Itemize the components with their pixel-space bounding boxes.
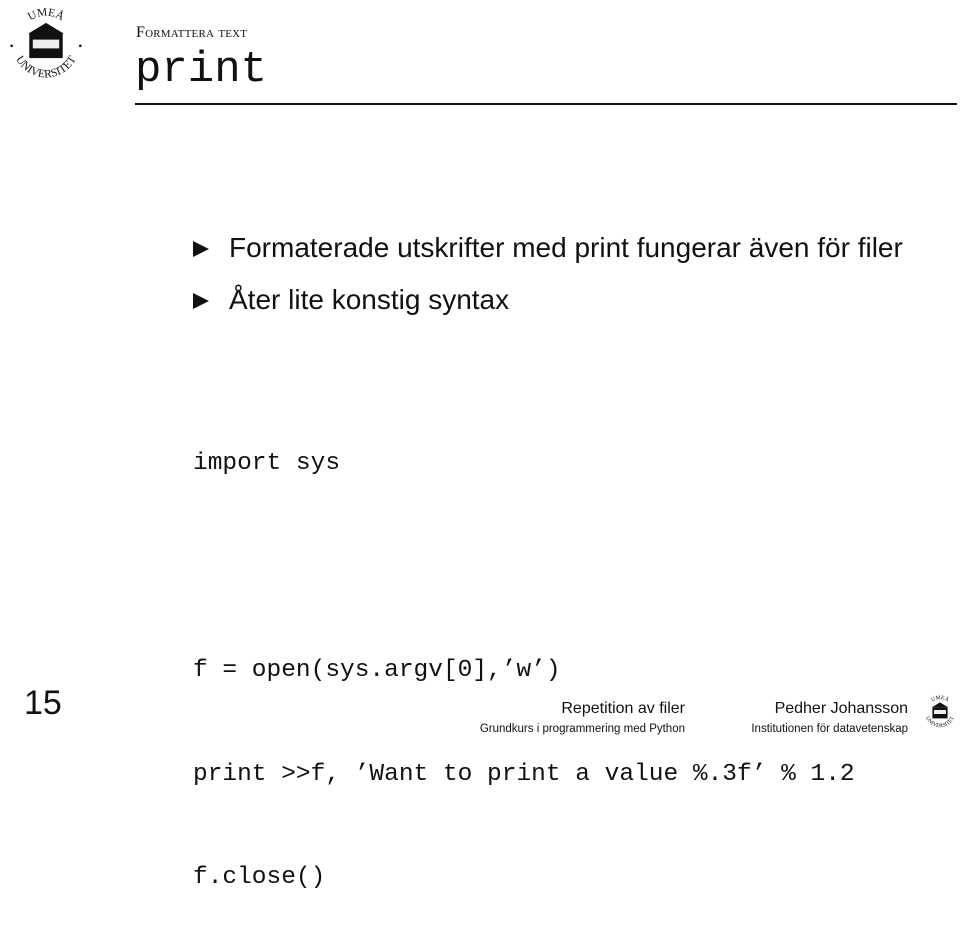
bullet-list: Formaterade utskrifter med print fungera… — [193, 228, 953, 332]
footer-author: Pedher Johansson — [774, 700, 908, 717]
section-heading: Formattera text — [136, 24, 248, 41]
code-line: f.close() — [193, 864, 326, 891]
slide-title: print — [135, 45, 268, 95]
title-divider — [135, 103, 957, 105]
svg-text:UMEÅ: UMEÅ — [930, 694, 950, 703]
page-number: 15 — [24, 684, 62, 722]
bullet-item: Formaterade utskrifter med print fungera… — [193, 228, 953, 268]
code-line: import sys — [193, 450, 341, 477]
bullet-text: Åter lite konstig syntax — [229, 284, 510, 315]
footer-institution: Institutionen för datavetenskap — [751, 723, 908, 735]
code-line: print >>f, ’Want to print a value %.3f’ … — [193, 760, 855, 788]
bullet-text: Formaterade utskrifter med print fungera… — [229, 232, 903, 263]
footer-title: Repetition av filer — [561, 700, 685, 717]
bullet-item: Åter lite konstig syntax — [193, 280, 953, 320]
triangle-bullet-icon — [193, 241, 209, 257]
code-block: import sys f = open(sys.argv[0],’w’) pri… — [193, 378, 855, 930]
umea-university-logo-small: UMEÅ UNIVERSITET — [924, 694, 956, 729]
umea-university-logo: UMEÅ UNIVERSITET — [10, 6, 82, 81]
footer-course: Grundkurs i programmering med Python — [479, 723, 685, 735]
triangle-bullet-icon — [193, 293, 209, 309]
code-line: f = open(sys.argv[0],’w’) — [193, 657, 561, 684]
svg-text:UMEÅ: UMEÅ — [26, 6, 67, 23]
